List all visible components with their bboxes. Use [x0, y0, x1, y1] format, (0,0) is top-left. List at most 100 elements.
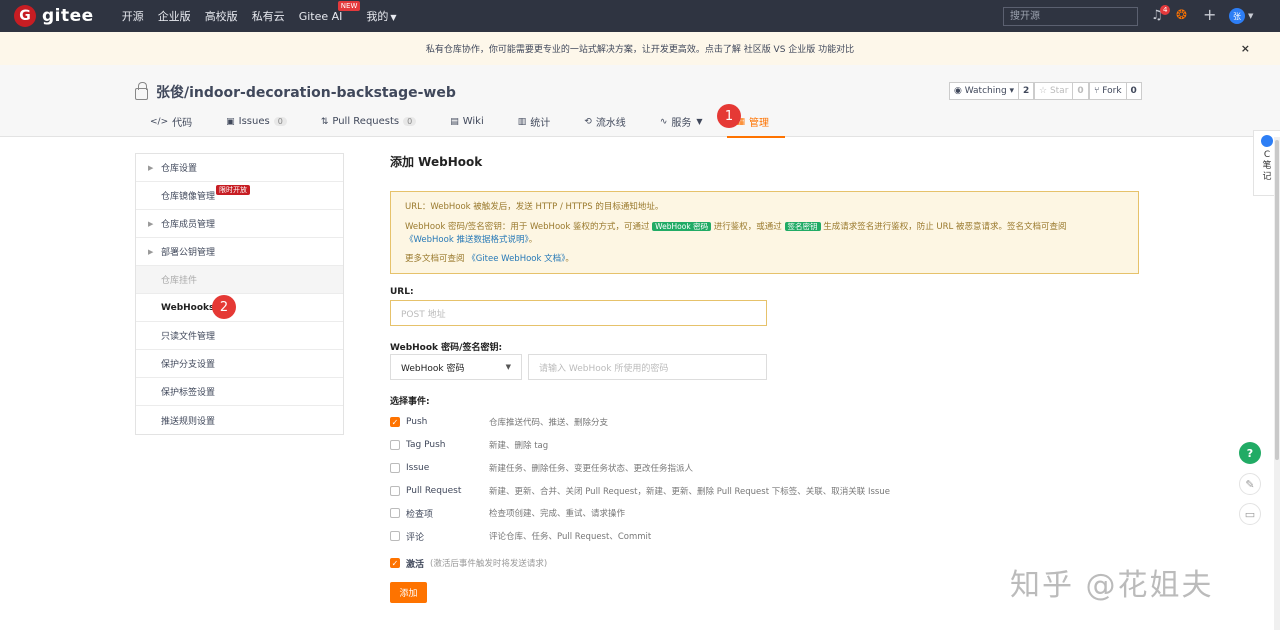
chevron-right-icon: ▶ — [148, 163, 154, 172]
annotation-marker-1: 1 — [717, 104, 741, 128]
webhook-form: 添加 WebHook URL：WebHook 被触发后，发送 HTTP / HT… — [390, 153, 1140, 603]
checkbox-icon[interactable] — [390, 463, 400, 473]
tip-tag-signature: 签名密钥 — [784, 222, 821, 231]
chevron-down-icon: ▼ — [696, 117, 703, 126]
sidebar-item-webhooks[interactable]: WebHooks — [136, 294, 343, 322]
events-label: 选择事件: — [390, 397, 430, 407]
sidebar-item-widgets[interactable]: 仓库挂件 — [136, 266, 343, 294]
watching-count: 2 — [1018, 83, 1033, 99]
secret-input[interactable]: 请输入 WebHook 所使用的密码 — [528, 354, 767, 380]
tip-format-doc-link[interactable]: 《WebHook 推送数据格式说明》 — [405, 235, 529, 245]
sidebar-item-readonly-files[interactable]: 只读文件管理 — [136, 322, 343, 350]
sidebar-item-members[interactable]: ▶ 仓库成员管理 — [136, 210, 343, 238]
search-input[interactable]: 搜开源 — [1003, 7, 1138, 26]
event-desc: 评论仓库、任务、Pull Request、Commit — [489, 532, 652, 542]
sidebar-item-repo-settings[interactable]: ▶ 仓库设置 — [136, 154, 343, 182]
sidebar-item-deploy-keys[interactable]: ▶ 部署公钥管理 — [136, 238, 343, 266]
activate-label: 激活 — [406, 559, 425, 570]
tip-more-text: 更多文档可查阅 — [405, 254, 465, 264]
scrollbar-thumb[interactable] — [1275, 140, 1279, 460]
help-button[interactable]: ? — [1239, 442, 1261, 464]
checkbox-icon[interactable] — [390, 486, 400, 496]
sidebar-item-push-rules[interactable]: 推送规则设置 — [136, 406, 343, 434]
event-tag-push[interactable]: Tag Push 新建、删除 tag — [390, 438, 548, 452]
sidebar-item-label: 仓库挂件 — [161, 276, 198, 286]
gitee-logo[interactable]: G gitee — [14, 5, 94, 27]
edit-icon[interactable]: ✎ — [1239, 473, 1261, 495]
checkbox-icon[interactable] — [390, 508, 400, 518]
promo-banner-text[interactable]: 私有仓库协作，你可能需要更专业的一站式解决方案，让开发更高效。点击了解 社区版 … — [426, 42, 854, 55]
tab-manage[interactable]: ▦ 管理 — [726, 114, 785, 138]
url-input[interactable]: POST 地址 — [390, 300, 767, 326]
tip-secret-end: 。 — [528, 235, 538, 245]
sidebar-item-label: 仓库成员管理 — [161, 220, 216, 230]
tip-secret-text: WebHook 密码/签名密钥：用于 WebHook 鉴权的方式，可通过 — [405, 222, 650, 232]
tip-url: URL：WebHook 被触发后，发送 HTTP / HTTPS 的目标通知地址… — [405, 202, 664, 212]
sidebar-item-mirror[interactable]: 仓库镜像管理 限时开放 — [136, 182, 343, 210]
sidebar-item-label: 保护标签设置 — [161, 388, 216, 398]
event-push[interactable]: ✓ Push 仓库推送代码、推送、删除分支 — [390, 415, 608, 429]
checkbox-checked-icon[interactable]: ✓ — [390, 417, 400, 427]
nav-open-source[interactable]: 开源 — [122, 8, 144, 24]
tab-pipeline[interactable]: ⟲ 流水线 — [584, 114, 626, 138]
tab-label: Wiki — [462, 116, 484, 127]
checkbox-icon[interactable] — [390, 531, 400, 541]
fork-button[interactable]: ⑂ Fork 0 — [1089, 82, 1142, 100]
watch-button[interactable]: ◉ Watching ▾ 2 — [949, 82, 1035, 100]
event-issue[interactable]: Issue 新建任务、删除任务、变更任务状态、更改任务指派人 — [390, 461, 693, 475]
tip-more: 更多文档可查阅 《Gitee WebHook 文档》。 — [405, 253, 1124, 266]
checkbox-icon[interactable] — [390, 440, 400, 450]
event-name: Tag Push — [406, 440, 446, 450]
code-icon: </> — [150, 116, 169, 127]
nav-gitee-ai[interactable]: Gitee AI NEW — [299, 0, 361, 23]
new-badge: NEW — [337, 0, 361, 11]
lock-icon — [135, 82, 148, 100]
tab-label: 服务 — [671, 118, 692, 129]
event-comment[interactable]: 评论 评论仓库、任务、Pull Request、Commit — [390, 529, 651, 543]
event-desc: 仓库推送代码、推送、删除分支 — [489, 418, 609, 428]
event-pull-request[interactable]: Pull Request 新建、更新、合并、关闭 Pull Request，新建… — [390, 484, 890, 498]
activate-toggle[interactable]: ✓ 激活 (激活后事件触发时将发送请求) — [390, 556, 547, 570]
event-desc: 新建、删除 tag — [489, 441, 549, 451]
close-icon[interactable]: × — [1241, 42, 1250, 55]
tab-pull-requests[interactable]: ⇅ Pull Requests 0 — [321, 114, 417, 138]
event-name: 检查项 — [406, 509, 434, 520]
secret-type-select[interactable]: WebHook 密码 ▼ — [390, 354, 522, 380]
star-button[interactable]: ☆ Star 0 — [1034, 82, 1089, 100]
gitee-logo-text: gitee — [42, 6, 94, 26]
tab-services[interactable]: ∿ 服务 ▼ — [660, 114, 703, 138]
tab-wiki[interactable]: ▤ Wiki — [450, 114, 484, 138]
nav-education[interactable]: 高校版 — [205, 8, 238, 24]
sidebar-item-protected-branches[interactable]: 保护分支设置 — [136, 350, 343, 378]
tip-webhook-doc-link[interactable]: 《Gitee WebHook 文档》 — [467, 254, 565, 264]
notification-count-badge: 4 — [1160, 5, 1171, 15]
chat-icon[interactable]: ▭ — [1239, 503, 1261, 525]
tab-stats[interactable]: ▥ 统计 — [518, 114, 551, 138]
medal-icon[interactable]: ❂ — [1176, 8, 1187, 23]
repo-title-text[interactable]: 张俊/indoor-decoration-backstage-web — [156, 82, 456, 102]
nav-enterprise[interactable]: 企业版 — [158, 8, 191, 24]
watermark: 知乎 @花姐夫 — [1010, 568, 1214, 603]
nav-mine[interactable]: 我的 ▼ — [366, 8, 396, 24]
tab-code[interactable]: </> 代码 — [150, 114, 192, 138]
bar-chart-icon: ▥ — [517, 116, 527, 127]
avatar[interactable]: 张 — [1229, 8, 1245, 24]
event-desc: 新建任务、删除任务、变更任务状态、更改任务指派人 — [489, 464, 694, 474]
checkbox-checked-icon[interactable]: ✓ — [390, 558, 400, 568]
webhook-tip-box: URL：WebHook 被触发后，发送 HTTP / HTTPS 的目标通知地址… — [390, 191, 1139, 274]
issue-icon: ▣ — [226, 116, 235, 127]
event-name: 评论 — [406, 532, 425, 543]
nav-private-cloud[interactable]: 私有云 — [252, 8, 285, 24]
sidebar-item-protected-tags[interactable]: 保护标签设置 — [136, 378, 343, 406]
secret-type-value: WebHook 密码 — [401, 363, 465, 374]
chevron-down-icon[interactable]: ▼ — [1248, 12, 1253, 20]
pulse-icon: ∿ — [659, 116, 668, 127]
tab-issues[interactable]: ▣ Issues 0 — [226, 114, 287, 138]
sidebar-item-label: 仓库镜像管理 — [161, 192, 216, 202]
plus-icon[interactable]: + — [1203, 5, 1216, 24]
add-webhook-button[interactable]: 添加 — [390, 582, 427, 603]
notes-side-tab-label: C 笔 记 — [1262, 150, 1272, 182]
url-label: URL: — [390, 287, 414, 297]
tab-label: 管理 — [749, 118, 770, 129]
event-check[interactable]: 检查项 检查项创建、完成、重试、请求操作 — [390, 506, 625, 520]
